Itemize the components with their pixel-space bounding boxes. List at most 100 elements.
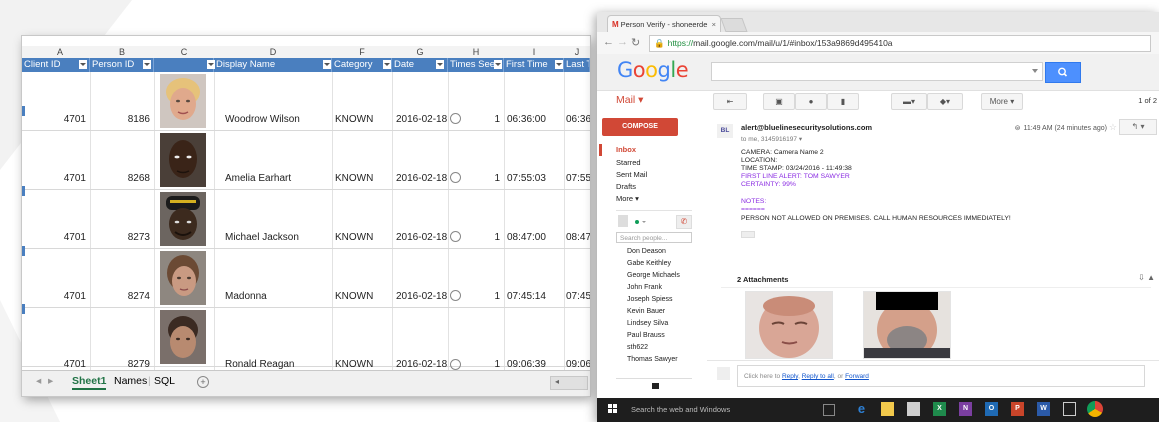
cell-category[interactable]: KNOWN: [335, 173, 373, 184]
cell-client-id[interactable]: 4701: [30, 114, 86, 125]
contact-item[interactable]: George Michaels: [627, 272, 680, 279]
cell-date[interactable]: 2016-02-18: [396, 291, 447, 302]
table-row[interactable]: 4701 8279 Ronald Reagan KNOWN 2016-02-18…: [22, 308, 590, 370]
cell-last-time[interactable]: 09:06:: [566, 359, 590, 370]
more-button[interactable]: More ▾: [981, 93, 1023, 110]
folder-more[interactable]: More ▾: [616, 194, 639, 203]
contact-item[interactable]: Don Deason: [627, 248, 666, 255]
cell-last-time[interactable]: 06:36:: [566, 114, 590, 125]
contact-item[interactable]: Lindsey Silva: [627, 320, 668, 327]
cell-category[interactable]: KNOWN: [335, 291, 373, 302]
folder-inbox[interactable]: Inbox: [616, 145, 636, 154]
cell-category[interactable]: KNOWN: [335, 232, 373, 243]
col-letter[interactable]: D: [214, 46, 332, 58]
recipients[interactable]: to me, 3145916197 ▾: [741, 135, 802, 143]
cell-first-time[interactable]: 09:06:39: [507, 359, 546, 370]
tab-names[interactable]: Names: [114, 375, 147, 387]
cell-display-name[interactable]: Michael Jackson: [225, 232, 299, 243]
header-photo[interactable]: [154, 58, 214, 72]
cell-last-time[interactable]: 07:45:: [566, 291, 590, 302]
cell-times-seen[interactable]: 1: [462, 114, 500, 125]
tab-sheet1[interactable]: Sheet1: [72, 375, 107, 390]
attachment-thumbnail[interactable]: [863, 291, 951, 359]
forward-icon[interactable]: →: [617, 36, 628, 48]
folder-sent-mail[interactable]: Sent Mail: [616, 170, 647, 179]
search-people-input[interactable]: Search people...: [616, 232, 692, 243]
back-icon[interactable]: ←: [603, 36, 614, 48]
folder-drafts[interactable]: Drafts: [616, 182, 636, 191]
horizontal-scrollbar[interactable]: ◂: [550, 376, 588, 390]
table-row[interactable]: 4701 8268 Amelia Earhart KNOWN 2016-02-1…: [22, 131, 590, 190]
cell-client-id[interactable]: 4701: [30, 291, 86, 302]
col-letter[interactable]: F: [332, 46, 392, 58]
close-tab-icon[interactable]: ×: [712, 16, 716, 33]
hangouts-phone-icon[interactable]: ✆: [676, 215, 692, 229]
col-letter[interactable]: I: [504, 46, 564, 58]
reply-all-link[interactable]: Reply to all: [802, 373, 834, 380]
contact-item[interactable]: Gabe Keithley: [627, 260, 671, 267]
cell-display-name[interactable]: Woodrow Wilson: [225, 114, 300, 125]
file-explorer-icon[interactable]: [881, 402, 894, 416]
outlook-icon[interactable]: O: [985, 402, 998, 416]
task-view-icon[interactable]: [823, 404, 835, 416]
edge-browser-icon[interactable]: e: [855, 402, 868, 416]
col-letter[interactable]: H: [448, 46, 504, 58]
reply-box[interactable]: Click here to Reply, Reply to all, or Fo…: [737, 365, 1145, 387]
reply-button[interactable]: ↰ ▾: [1119, 119, 1157, 135]
col-letter[interactable]: G: [392, 46, 448, 58]
cell-last-time[interactable]: 08:47:: [566, 232, 590, 243]
move-to-button[interactable]: ▬▾: [891, 93, 927, 110]
contact-item[interactable]: Thomas Sawyer: [627, 356, 678, 363]
browser-tab[interactable]: M Person Verify - shoneerde ×: [607, 15, 721, 33]
user-avatar-icon[interactable]: [618, 215, 628, 227]
store-icon[interactable]: [907, 402, 920, 416]
reload-icon[interactable]: ↻: [631, 36, 640, 49]
download-all-icon[interactable]: ⇩: [1138, 273, 1145, 282]
delete-button[interactable]: ▮: [827, 93, 859, 110]
cell-display-name[interactable]: Madonna: [225, 291, 267, 302]
cell-date[interactable]: 2016-02-18: [396, 359, 447, 370]
labels-button[interactable]: ◆▾: [927, 93, 963, 110]
cell-first-time[interactable]: 07:55:03: [507, 173, 546, 184]
col-letter[interactable]: B: [90, 46, 154, 58]
tab-sql[interactable]: SQL: [154, 375, 175, 387]
tab-scroll-left-icon[interactable]: ◂: [36, 375, 41, 387]
cell-times-seen[interactable]: 1: [462, 173, 500, 184]
excel-icon[interactable]: X: [933, 402, 946, 416]
star-icon[interactable]: ☆: [1109, 122, 1117, 133]
contact-item[interactable]: Joseph Spiess: [627, 296, 673, 303]
cell-client-id[interactable]: 4701: [30, 232, 86, 243]
cell-category[interactable]: KNOWN: [335, 359, 373, 370]
filter-dropdown-icon[interactable]: [555, 60, 563, 69]
header-last-time[interactable]: Last Ti: [564, 58, 590, 72]
word-icon[interactable]: W: [1037, 402, 1050, 416]
show-trimmed-content-button[interactable]: [741, 231, 755, 238]
app-icon[interactable]: [1063, 402, 1076, 416]
filter-dropdown-icon[interactable]: [494, 60, 502, 69]
mail-search-input[interactable]: [711, 62, 1043, 81]
cell-person-id[interactable]: 8186: [90, 114, 150, 125]
onenote-icon[interactable]: N: [959, 402, 972, 416]
folder-starred[interactable]: Starred: [616, 158, 641, 167]
url-input[interactable]: 🔒 https://mail.google.com/mail/u/1/#inbox…: [649, 35, 1151, 52]
taskbar-search[interactable]: Search the web and Windows: [631, 405, 730, 414]
search-button[interactable]: [1045, 62, 1081, 83]
cell-client-id[interactable]: 4701: [30, 173, 86, 184]
table-row[interactable]: 4701 8273 Michael Jackson KNOWN 2016-02-…: [22, 190, 590, 249]
cell-display-name[interactable]: Ronald Reagan: [225, 359, 295, 370]
windows-start-icon[interactable]: [608, 404, 618, 414]
header-display-name[interactable]: Display Name: [214, 58, 332, 72]
google-logo[interactable]: Google: [617, 58, 689, 82]
cell-category[interactable]: KNOWN: [335, 114, 373, 125]
table-row[interactable]: 4701 8186 Woodrow Wilson KNOWN 2016-02-1…: [22, 72, 590, 131]
compose-button[interactable]: COMPOSE: [602, 118, 678, 136]
filter-dropdown-icon[interactable]: [143, 60, 151, 69]
contact-item[interactable]: John Frank: [627, 284, 662, 291]
contact-item[interactable]: sth622: [627, 344, 648, 351]
cell-times-seen[interactable]: 1: [462, 359, 500, 370]
contact-item[interactable]: Paul Brauss: [627, 332, 665, 339]
search-options-icon[interactable]: [1032, 69, 1038, 73]
col-letter[interactable]: J: [564, 46, 590, 58]
reply-link[interactable]: Reply: [782, 373, 798, 380]
filter-dropdown-icon[interactable]: [79, 60, 87, 69]
